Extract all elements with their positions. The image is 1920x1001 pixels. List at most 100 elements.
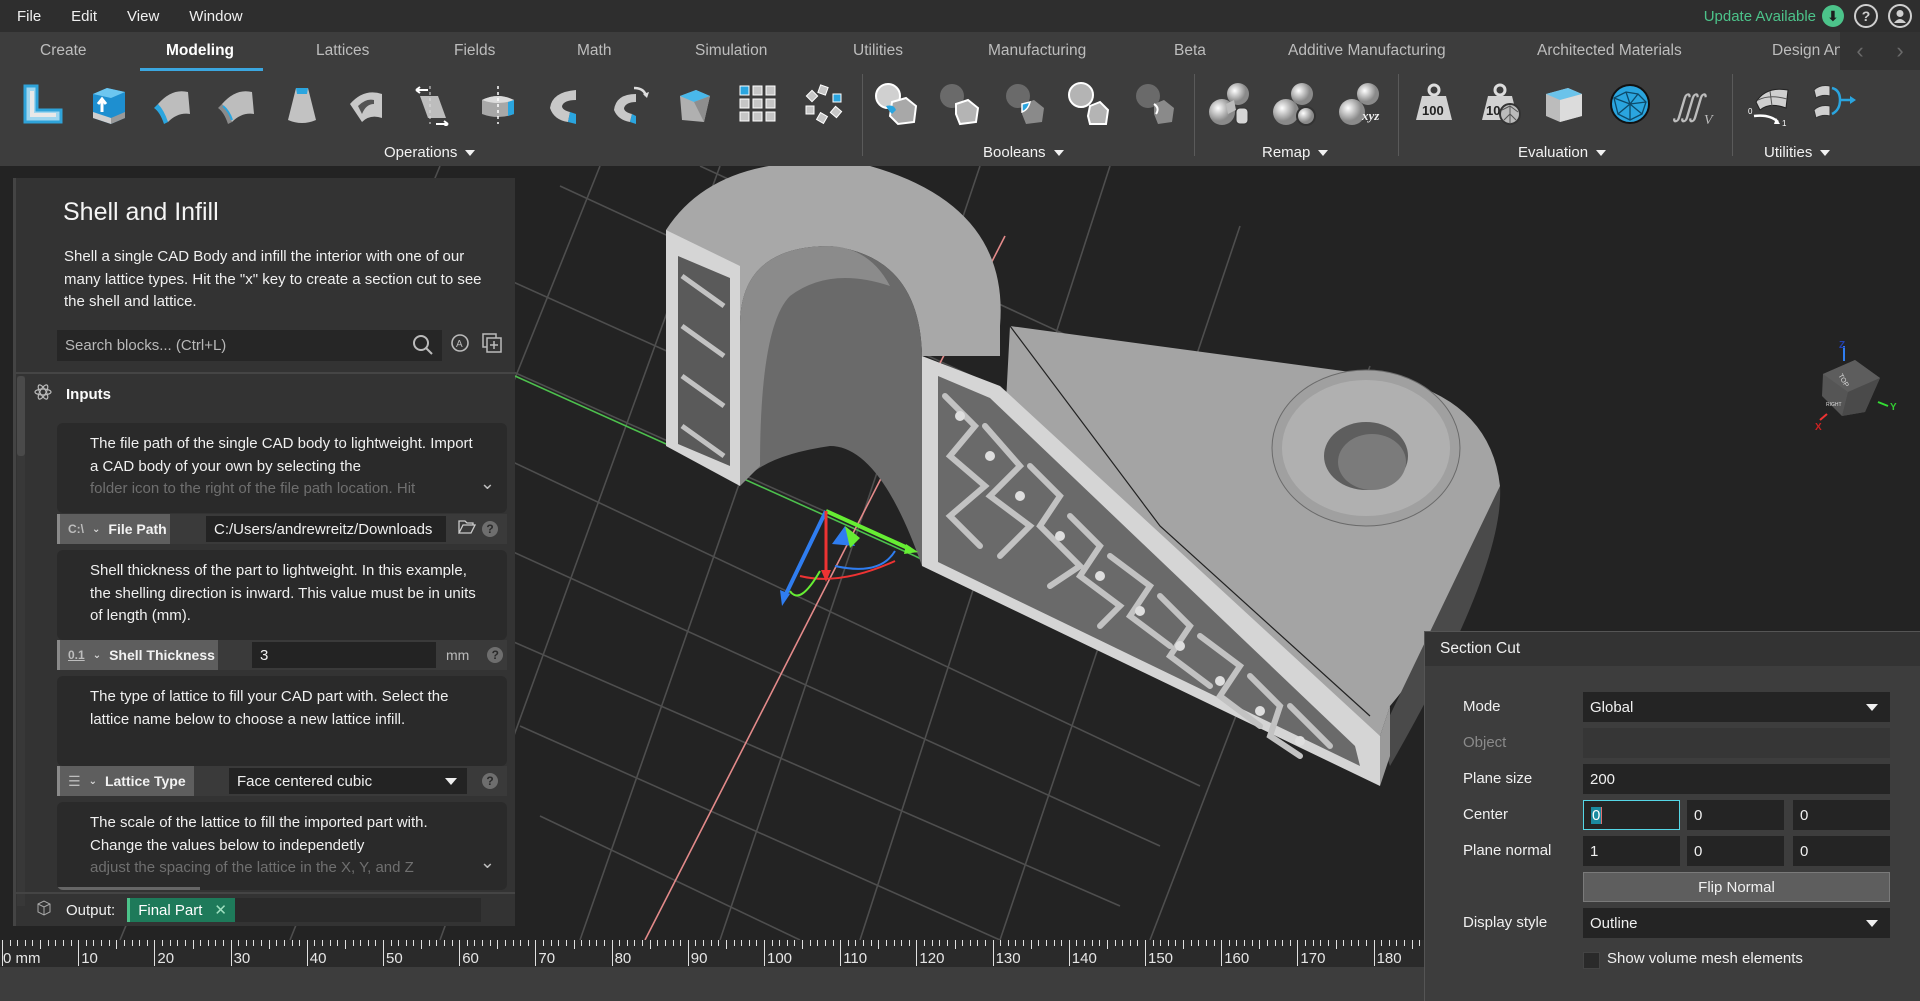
auto-refresh-icon[interactable]: A [449,332,471,359]
folder-open-icon[interactable] [457,519,477,540]
boolean-subtract-outline-icon[interactable] [1066,80,1114,128]
ruler-tick [383,940,384,966]
view-cube[interactable]: TOP RIGHT Z Y X [1815,340,1897,433]
tab-architected-materials[interactable]: Architected Materials [1537,42,1682,60]
remap-cylindrical-icon[interactable] [1206,80,1254,128]
remap-spherical-icon[interactable] [1270,80,1318,128]
menu-window[interactable]: Window [174,8,257,25]
ruler-tick [1388,940,1390,946]
update-available-button[interactable]: Update Available ⬇ [1704,5,1844,27]
tab-scroll-left-button[interactable]: ‹ [1856,38,1863,64]
file-path-input[interactable]: C:/Users/andrewreitz/Downloads [206,516,446,542]
tab-beta[interactable]: Beta [1174,42,1206,60]
offset-body-icon[interactable] [19,80,67,128]
help-icon[interactable]: ? [482,773,498,789]
shear-icon[interactable] [408,80,456,128]
boolean-difference-icon[interactable] [1132,80,1180,128]
display-style-dropdown[interactable]: Outline [1583,908,1890,938]
mass-properties-icon[interactable]: 100 [1410,80,1458,128]
param-label-shell-thickness[interactable]: 0.1 ⌄ Shell Thickness [57,640,218,670]
normal-z-input[interactable]: 0 [1793,836,1890,866]
boolean-union-icon[interactable] [872,80,920,128]
double-fillet-icon[interactable] [212,80,260,128]
add-block-icon[interactable] [481,332,503,359]
ruler-label: 30 [233,950,251,967]
plane-size-input[interactable]: 200 [1583,764,1890,794]
tab-additive-manufacturing[interactable]: Additive Manufacturing [1288,42,1446,60]
pattern-grid-icon[interactable] [734,80,782,128]
remap-xyz-icon[interactable]: xyz [1336,80,1384,128]
account-icon[interactable] [1888,4,1912,28]
remove-output-icon[interactable]: ✕ [214,901,227,919]
inputs-section-header[interactable]: Inputs [34,382,111,406]
draft-icon[interactable] [278,80,326,128]
axis-z-label: Z [1839,340,1845,351]
svg-text:V: V [1704,113,1714,128]
surface-merge-icon[interactable] [1810,80,1858,128]
output-chip[interactable]: Final Part ✕ [127,898,235,922]
surface-parameter-icon[interactable]: 01 [1746,80,1794,128]
shell-icon[interactable] [342,80,390,128]
search-icon[interactable] [412,334,434,360]
help-icon[interactable]: ? [487,647,504,663]
help-icon[interactable]: ? [1854,4,1878,28]
tab-lattices[interactable]: Lattices [316,42,369,60]
fillet-icon[interactable] [148,80,196,128]
ruler-tick [1305,940,1307,946]
ruler-tick [695,940,697,946]
panel-scrollbar-thumb[interactable] [17,376,25,456]
normal-x-input[interactable]: 1 [1583,836,1680,866]
group-booleans[interactable]: Booleans [983,144,1064,161]
center-z-input[interactable]: 0 [1793,800,1890,830]
extrude-icon[interactable] [85,80,133,128]
tab-scroll-right-button[interactable]: › [1896,38,1903,64]
group-utilities[interactable]: Utilities [1764,144,1831,161]
tab-design-analysis[interactable]: Design An [1772,42,1843,60]
ruler-tick [725,940,727,949]
output-field[interactable]: Final Part ✕ [127,898,482,922]
pattern-circular-icon[interactable] [800,80,848,128]
tab-fields[interactable]: Fields [454,42,495,60]
ruler-tick [535,940,537,966]
group-remap[interactable]: Remap [1262,144,1329,161]
transform-gizmo[interactable] [780,509,918,606]
menu-file[interactable]: File [0,8,56,25]
param-label-lattice-type[interactable]: ☰ ⌄ Lattice Type [57,766,194,796]
boolean-intersect-icon[interactable] [1002,80,1050,128]
search-blocks-input[interactable]: Search blocks... (Ctrl+L) [57,330,442,361]
help-icon[interactable]: ? [482,521,498,537]
group-evaluation[interactable]: Evaluation [1518,144,1607,161]
output-row: Output: Final Part ✕ [16,892,515,926]
mode-dropdown[interactable]: Global [1583,692,1890,722]
tab-utilities[interactable]: Utilities [853,42,903,60]
show-volume-mesh-checkbox[interactable] [1583,952,1600,969]
center-x-input[interactable]: 0 [1583,800,1680,830]
sweep-icon[interactable] [604,80,652,128]
tab-math[interactable]: Math [577,42,611,60]
tab-create[interactable]: Create [40,42,87,60]
bounding-box-icon[interactable] [1540,80,1588,128]
menu-view[interactable]: View [112,8,174,25]
mesh-sphere-icon[interactable] [1606,80,1654,128]
ruler-tick [672,940,674,946]
horizontal-scroll-thumb[interactable] [57,887,200,890]
tab-manufacturing[interactable]: Manufacturing [988,42,1086,60]
expand-chevron-icon[interactable]: ⌄ [480,473,495,494]
expand-chevron-icon[interactable]: ⌄ [480,852,495,873]
split-icon[interactable] [474,80,522,128]
mesh-mass-icon[interactable]: 10 [1476,80,1524,128]
normal-y-input[interactable]: 0 [1687,836,1784,866]
chamfer-icon[interactable] [670,80,718,128]
group-operations[interactable]: Operations [384,144,476,161]
lattice-type-dropdown[interactable]: Face centered cubic [229,768,467,794]
flip-normal-button[interactable]: Flip Normal [1583,872,1890,902]
center-y-input[interactable]: 0 [1687,800,1784,830]
shell-thickness-input[interactable]: 3 [252,642,436,668]
volume-integral-icon[interactable]: ∭ V [1670,80,1718,128]
tab-simulation[interactable]: Simulation [695,42,767,60]
menu-edit[interactable]: Edit [56,8,112,25]
revolve-icon[interactable] [540,80,588,128]
param-label-file-path[interactable]: C:\ ⌄ File Path [57,514,170,544]
tab-modeling[interactable]: Modeling [166,42,234,60]
boolean-subtract-icon[interactable] [936,80,984,128]
